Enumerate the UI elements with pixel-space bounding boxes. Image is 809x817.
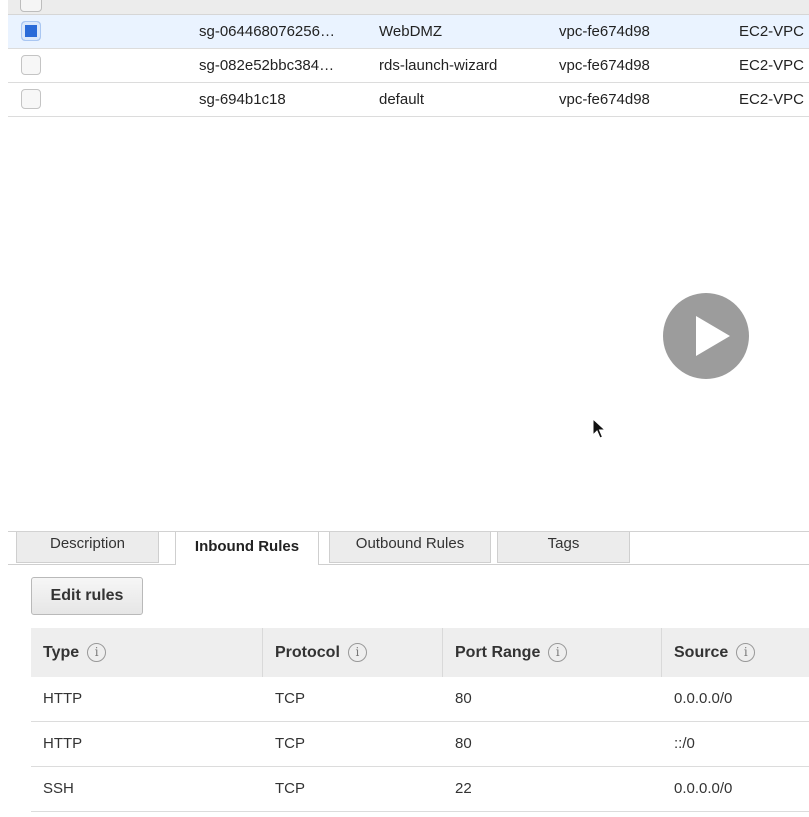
table-row[interactable]: sg-064468076256… WebDMZ vpc-fe674d98 EC2…: [8, 15, 809, 49]
column-divider[interactable]: [262, 628, 263, 677]
tab-inbound-rules[interactable]: Inbound Rules: [175, 532, 319, 565]
info-icon[interactable]: i: [347, 643, 367, 662]
rule-protocol: TCP: [275, 735, 305, 752]
row-checkbox[interactable]: [21, 89, 41, 109]
tab-tags[interactable]: Tags: [497, 532, 630, 563]
vpc-id: vpc-fe674d98: [559, 57, 650, 74]
rule-source: 0.0.0.0/0: [674, 690, 733, 707]
group-id: sg-064468076256…: [199, 23, 335, 40]
list-header: [8, 0, 809, 15]
header-type: Type i: [43, 643, 107, 662]
tab-outbound-rules[interactable]: Outbound Rules: [329, 532, 491, 563]
play-icon[interactable]: [663, 293, 749, 379]
mouse-cursor-icon: [592, 418, 606, 439]
table-row: HTTP TCP 80 ::/0: [31, 722, 809, 767]
rule-type: HTTP: [43, 735, 83, 752]
vpc-id: vpc-fe674d98: [559, 91, 650, 108]
group-name: default: [379, 91, 425, 108]
edit-rules-button[interactable]: Edit rules: [31, 577, 143, 615]
row-checkbox[interactable]: [21, 21, 41, 41]
column-divider[interactable]: [661, 628, 662, 677]
info-icon[interactable]: i: [548, 643, 568, 662]
details-tabs: Description Inbound Rules Outbound Rules…: [8, 532, 809, 565]
header-source: Source i: [674, 643, 756, 662]
vpc-id: vpc-fe674d98: [559, 23, 650, 40]
table-row: SSH TCP 22 0.0.0.0/0: [31, 767, 809, 812]
rule-protocol: TCP: [275, 780, 305, 797]
security-group-list: sg-064468076256… WebDMZ vpc-fe674d98 EC2…: [8, 0, 809, 117]
rule-type: HTTP: [43, 690, 83, 707]
header-port-range: Port Range i: [455, 643, 568, 662]
table-header: Type i Protocol i Port Range i Source i: [31, 628, 809, 677]
rule-port-range: 22: [455, 780, 472, 797]
column-divider[interactable]: [442, 628, 443, 677]
header-protocol: Protocol i: [275, 643, 367, 662]
rule-port-range: 80: [455, 735, 472, 752]
info-icon[interactable]: i: [87, 643, 107, 662]
play-triangle: [696, 316, 730, 356]
row-checkbox[interactable]: [21, 55, 41, 75]
info-icon[interactable]: i: [736, 643, 756, 662]
group-type: EC2-VPC: [739, 91, 805, 108]
inbound-rules-table: Type i Protocol i Port Range i Source i HTTP…: [31, 628, 809, 812]
table-row[interactable]: sg-082e52bbc384… rds-launch-wizard vpc-f…: [8, 49, 809, 83]
select-all-checkbox[interactable]: [20, 0, 42, 12]
rule-source: 0.0.0.0/0: [674, 780, 733, 797]
rule-protocol: TCP: [275, 690, 305, 707]
rule-port-range: 80: [455, 690, 472, 707]
table-row[interactable]: sg-694b1c18 default vpc-fe674d98 EC2-VPC: [8, 83, 809, 117]
table-row: HTTP TCP 80 0.0.0.0/0: [31, 677, 809, 722]
group-id: sg-082e52bbc384…: [199, 57, 335, 74]
group-type: EC2-VPC: [739, 57, 805, 74]
group-name: rds-launch-wizard: [379, 57, 498, 74]
group-name: WebDMZ: [379, 23, 443, 40]
group-id: sg-694b1c18: [199, 91, 286, 108]
rule-type: SSH: [43, 780, 74, 797]
group-type: EC2-VPC: [739, 23, 805, 40]
rule-source: ::/0: [674, 735, 695, 752]
tab-description[interactable]: Description: [16, 532, 159, 563]
